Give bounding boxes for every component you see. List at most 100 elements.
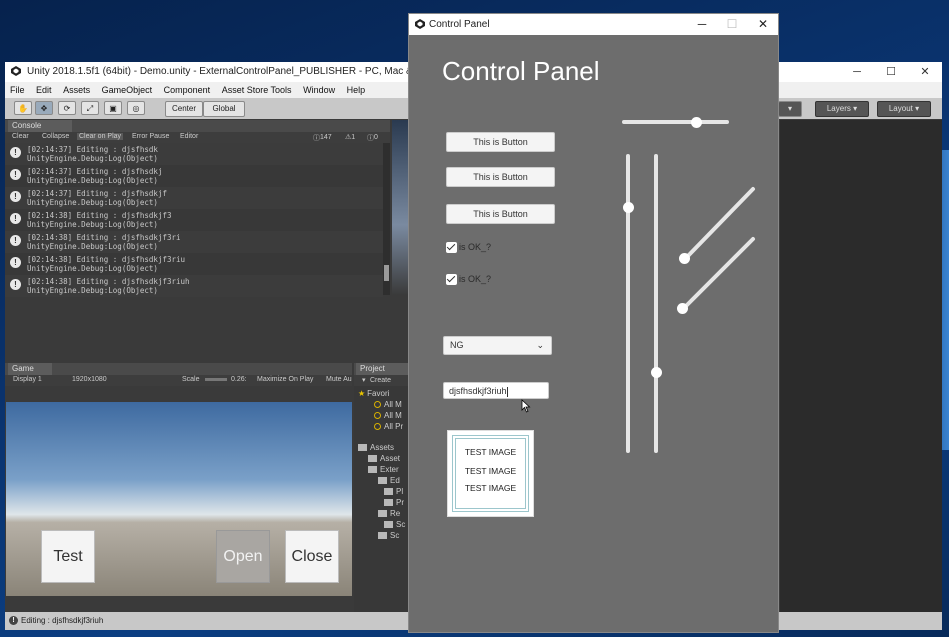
- console-log-row[interactable]: ! [02:14:37] Editing : djsfhsdk UnityEngin…: [5, 143, 383, 165]
- text-input-field[interactable]: djsfhsdkjf3riuh: [443, 382, 549, 399]
- diagonal-slider-2-handle[interactable]: [677, 303, 688, 314]
- resolution-dropdown[interactable]: 1920x1080: [72, 376, 107, 383]
- pivot-center-button[interactable]: Center: [165, 101, 203, 117]
- horizontal-slider-handle[interactable]: [691, 116, 703, 128]
- open-button[interactable]: Open: [216, 530, 270, 583]
- menu-asset-store-tools[interactable]: Asset Store Tools: [217, 82, 292, 95]
- this-is-button-2[interactable]: This is Button: [446, 167, 555, 187]
- error-count-badge[interactable]: ⓘ 0: [367, 133, 378, 143]
- checkbox-checked-icon[interactable]: [446, 274, 457, 286]
- layers-dropdown[interactable]: Layers ▾: [815, 101, 869, 117]
- console-log-row[interactable]: ! [02:14:38] Editing : djsfhsdkjf3ri Unity…: [5, 231, 383, 253]
- list-item[interactable]: Asset: [368, 453, 400, 464]
- folder-icon: [378, 477, 387, 485]
- horizontal-slider[interactable]: [622, 120, 729, 124]
- unity-logo-icon: [11, 66, 21, 76]
- tab-console[interactable]: Console: [8, 120, 72, 132]
- info-count-badge[interactable]: ⓘ 147: [313, 133, 332, 143]
- checkbox-checked-icon[interactable]: [446, 242, 457, 254]
- move-tool-icon[interactable]: ✥: [35, 101, 53, 115]
- is-ok-checkbox-1[interactable]: is OK_?: [446, 240, 491, 254]
- console-log-row[interactable]: ! [02:14:38] Editing : djsfhsdkjf3riu Unit…: [5, 253, 383, 275]
- favorites-folder[interactable]: ★ Favori: [358, 388, 389, 399]
- test-image-text: TEST IMAGE: [464, 483, 517, 493]
- minimize-icon[interactable]: ─: [685, 14, 719, 35]
- maximize-icon[interactable]: ☐: [874, 62, 908, 82]
- menu-window[interactable]: Window: [298, 82, 335, 95]
- console-log-row[interactable]: ! [02:14:37] Editing : djsfhsdkjf UnityEng…: [5, 187, 383, 209]
- project-toolbar: Create ▾: [354, 375, 412, 386]
- is-ok-checkbox-2[interactable]: is OK_?: [446, 272, 491, 286]
- close-button[interactable]: Close: [285, 530, 339, 583]
- assets-folder[interactable]: Assets: [358, 442, 394, 453]
- dropdown-value: NG: [450, 340, 464, 350]
- maximize-icon[interactable]: ☐: [715, 14, 749, 35]
- menu-edit[interactable]: Edit: [31, 82, 52, 95]
- rect-tool-icon[interactable]: ▣: [104, 101, 122, 115]
- status-message: Editing : djsfhsdkjf3riuh: [21, 616, 104, 625]
- tab-project[interactable]: Project: [356, 363, 412, 375]
- console-toolbar: Clear Collapse Clear on Play Error Pause…: [5, 132, 390, 143]
- list-item[interactable]: Re: [378, 508, 400, 519]
- close-icon[interactable]: ✕: [746, 14, 780, 35]
- list-item[interactable]: Pr: [384, 497, 404, 508]
- list-item[interactable]: Exter: [368, 464, 399, 475]
- vertical-slider-1-handle[interactable]: [622, 202, 634, 214]
- list-item[interactable]: Sc: [384, 519, 405, 530]
- folder-icon: [378, 532, 387, 540]
- list-item[interactable]: Pl: [384, 486, 403, 497]
- console-log-row[interactable]: ! [02:14:37] Editing : djsfhsdkj UnityEngi…: [5, 165, 383, 187]
- project-create-dropdown[interactable]: Create ▾: [362, 376, 391, 384]
- folder-icon: [368, 455, 377, 463]
- folder-icon: [378, 510, 387, 518]
- unity-window-title: Unity 2018.1.5f1 (64bit) - Demo.unity - …: [27, 66, 449, 77]
- transform-tool-icon[interactable]: ◎: [127, 101, 145, 115]
- star-icon: ★: [358, 389, 366, 398]
- mouse-cursor-icon: [521, 399, 531, 413]
- maximize-on-play-toggle[interactable]: Maximize On Play: [257, 376, 313, 383]
- vertical-slider-2[interactable]: [654, 154, 658, 453]
- console-scroll-thumb[interactable]: [384, 265, 389, 281]
- rotate-tool-icon[interactable]: ⟳: [58, 101, 76, 115]
- vertical-slider-1[interactable]: [626, 154, 630, 453]
- scale-tool-icon[interactable]: ⤢: [81, 101, 99, 115]
- list-item[interactable]: All M: [374, 399, 402, 410]
- game-tab-bar: Game: [5, 363, 352, 375]
- menu-gameobject[interactable]: GameObject: [97, 82, 153, 95]
- display-dropdown[interactable]: Display 1: [13, 376, 42, 383]
- ng-dropdown[interactable]: NG ⌄: [443, 336, 552, 355]
- test-button[interactable]: Test: [41, 530, 95, 583]
- console-log-row[interactable]: ! [02:14:38] Editing : djsfhsdkjf3 UnityEn…: [5, 209, 383, 231]
- console-scrollbar[interactable]: [383, 143, 390, 295]
- scale-slider[interactable]: [205, 378, 227, 381]
- list-item[interactable]: Ed: [378, 475, 400, 486]
- menu-component[interactable]: Component: [159, 82, 211, 95]
- account-dropdown[interactable]: ▾: [778, 101, 802, 117]
- console-collapse-button[interactable]: Collapse: [42, 133, 69, 140]
- console-clear-on-play-button[interactable]: Clear on Play: [77, 133, 124, 140]
- menu-help[interactable]: Help: [342, 82, 366, 95]
- warning-count-badge[interactable]: ⚠ 1: [345, 133, 355, 141]
- list-item[interactable]: All Pr: [374, 421, 403, 432]
- menu-assets[interactable]: Assets: [58, 82, 90, 95]
- console-editor-dropdown[interactable]: Editor: [180, 133, 198, 140]
- this-is-button-3[interactable]: This is Button: [446, 204, 555, 224]
- layout-dropdown[interactable]: Layout ▾: [877, 101, 931, 117]
- tab-game[interactable]: Game: [8, 363, 52, 375]
- info-icon: !: [10, 235, 21, 246]
- console-log-row[interactable]: ! [02:14:38] Editing : djsfhsdkjf3riuh Uni…: [5, 275, 383, 297]
- this-is-button-1[interactable]: This is Button: [446, 132, 555, 152]
- list-item[interactable]: All M: [374, 410, 402, 421]
- mute-audio-toggle[interactable]: Mute Au: [326, 376, 352, 383]
- minimize-icon[interactable]: ─: [840, 62, 874, 82]
- hand-tool-icon[interactable]: ✋: [14, 101, 32, 115]
- folder-icon: [358, 444, 367, 452]
- console-clear-button[interactable]: Clear: [12, 133, 29, 140]
- menu-file[interactable]: File: [5, 82, 25, 95]
- close-icon[interactable]: ✕: [908, 62, 942, 82]
- list-item[interactable]: Sc: [378, 530, 399, 541]
- vertical-slider-2-handle[interactable]: [650, 366, 662, 378]
- console-error-pause-button[interactable]: Error Pause: [132, 133, 169, 140]
- pivot-global-button[interactable]: Global: [203, 101, 245, 117]
- diagonal-slider-1-handle[interactable]: [679, 253, 690, 264]
